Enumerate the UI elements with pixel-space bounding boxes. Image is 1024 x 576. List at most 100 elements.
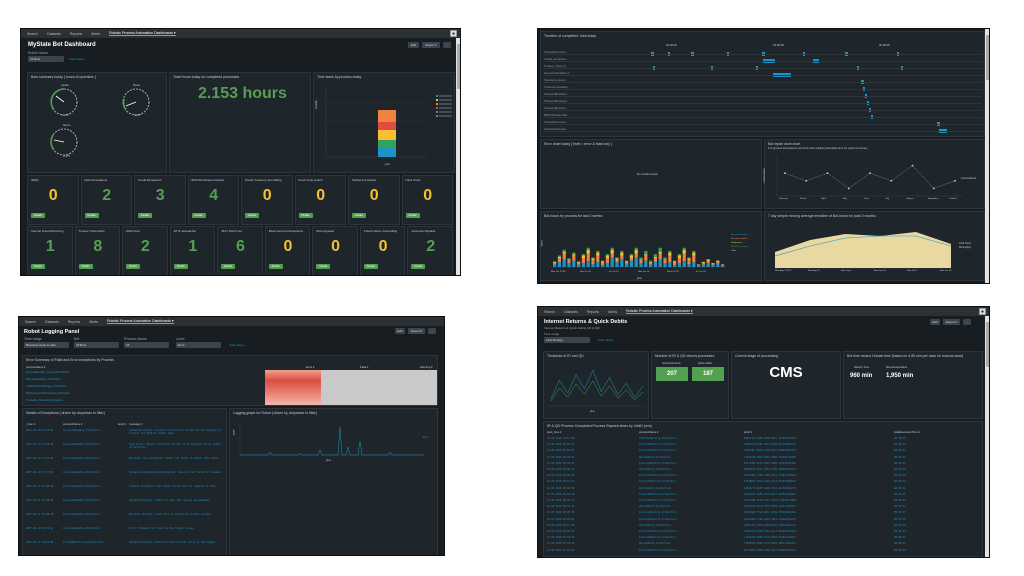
kpi-details-button[interactable]: Details bbox=[84, 213, 99, 218]
hide-filters-link-3[interactable]: Hide Filters bbox=[229, 343, 244, 347]
kpi-value: 0 bbox=[262, 187, 272, 204]
nav-reports-4[interactable]: Reports bbox=[587, 310, 599, 314]
level-select[interactable]: Error bbox=[176, 342, 221, 348]
elapsed-col-start[interactable]: start_time ▾ bbox=[547, 430, 561, 434]
nav-alerts-4[interactable]: Alerts bbox=[608, 310, 617, 314]
summary-col-warning[interactable]: Warning ▾ bbox=[420, 365, 433, 369]
edit-button-4[interactable]: Edit bbox=[930, 319, 940, 325]
more-button-3[interactable]: ... bbox=[428, 328, 436, 334]
details-row-message: Workflow aborted: input file is locked b… bbox=[129, 513, 212, 516]
elapsed-col-job[interactable]: jobId ▾ bbox=[744, 430, 752, 434]
nav-search-4[interactable]: Search bbox=[544, 310, 555, 314]
scrollbar-4[interactable] bbox=[985, 316, 989, 557]
bot-hours-bar bbox=[562, 253, 566, 260]
elapsed-col-process[interactable]: processName ▾ bbox=[639, 430, 658, 434]
summary-col-error[interactable]: Error ▾ bbox=[306, 365, 314, 369]
stage-value: CMS bbox=[769, 364, 803, 381]
nav-datasets-3[interactable]: Datasets bbox=[45, 320, 59, 324]
more-button[interactable]: ... bbox=[443, 42, 451, 48]
hide-filters-link-4[interactable]: Hide Filters bbox=[598, 338, 613, 342]
details-col-process[interactable]: processName ▾ bbox=[63, 422, 82, 426]
elapsed-row-process: QuickDebits_Production bbox=[639, 542, 671, 546]
hide-filters-link[interactable]: Hide Filters bbox=[69, 57, 84, 61]
kpi-details-button[interactable]: Details bbox=[138, 213, 152, 218]
bot-hours-bar bbox=[620, 252, 624, 256]
bot-hours-bar bbox=[581, 263, 585, 267]
summary-row-process[interactable]: CreditAccountManager_Production bbox=[26, 385, 66, 388]
kpi-value: 8 bbox=[93, 238, 103, 255]
nav-rpa-dashboards[interactable]: Robotic Process Automation Dashboards ▾ bbox=[109, 31, 176, 36]
time-range-select-4[interactable]: Last 30 days bbox=[544, 337, 590, 343]
summary-row-process[interactable]: DebitAccountTransactions_Production bbox=[26, 392, 70, 395]
kpi-details-button[interactable]: Details bbox=[316, 264, 331, 269]
bot-hours-bar bbox=[677, 263, 681, 267]
bot-hours-bar bbox=[572, 254, 576, 256]
edit-button-3[interactable]: Edit bbox=[395, 328, 405, 334]
kpi-details-button[interactable]: Details bbox=[31, 264, 45, 269]
export-button-3[interactable]: Export ▾ bbox=[408, 328, 425, 334]
kpi-details-button[interactable]: Details bbox=[411, 264, 426, 269]
kpi-details-button[interactable]: Details bbox=[31, 213, 45, 218]
kpi-details-button[interactable]: Details bbox=[126, 264, 141, 269]
details-col-time[interactable]: _time ▾ bbox=[26, 422, 35, 426]
bot-hours-bar bbox=[692, 252, 696, 256]
details-col-message[interactable]: message ▾ bbox=[129, 422, 143, 426]
page-title-4: Internet Returns & Quick Debits bbox=[544, 319, 628, 325]
kpi-details-button[interactable]: Details bbox=[298, 213, 313, 218]
export-button-4[interactable]: Export ▾ bbox=[943, 319, 960, 325]
nav-datasets[interactable]: Datasets bbox=[47, 32, 61, 36]
robot-name-select[interactable]: All Bots bbox=[28, 56, 64, 62]
bot-hours-bar bbox=[687, 264, 691, 267]
elapsed-col-total[interactable]: totalExecutionTime ▾ bbox=[894, 430, 920, 434]
kpi-details-button[interactable]: Details bbox=[352, 213, 366, 218]
error-summary-panel: Error Summary of Fatal and Error excepti… bbox=[22, 355, 438, 406]
bot-hours-bar bbox=[634, 253, 638, 258]
repair-month-tick: June bbox=[864, 198, 869, 200]
bot-hours-bar bbox=[701, 264, 705, 267]
kpi-details-button[interactable]: Details bbox=[245, 213, 259, 218]
details-col-level[interactable]: level ▾ bbox=[118, 422, 126, 426]
bot-hours-bar bbox=[644, 255, 648, 261]
nav-reports-3[interactable]: Reports bbox=[68, 320, 80, 324]
bot-select[interactable]: All Bots bbox=[74, 342, 119, 348]
kpi-name: Oracle Treasury Journalling bbox=[245, 178, 282, 182]
bot-hours-x-tick: Wed Oct 18 bbox=[667, 271, 679, 273]
timechart-line-chart bbox=[549, 369, 645, 407]
kpi-details-button[interactable]: Details bbox=[221, 264, 236, 269]
summary-col-fatal[interactable]: Fatal ▾ bbox=[360, 365, 368, 369]
nav-search[interactable]: Search bbox=[27, 32, 38, 36]
kpi-details-button[interactable]: Details bbox=[363, 264, 378, 269]
time-stack-chart bbox=[325, 85, 428, 158]
nav-rpa-dashboards-3[interactable]: Robotic Process Automation Dashboards ▾ bbox=[107, 319, 174, 324]
bot-hours-bar bbox=[677, 258, 681, 264]
export-button[interactable]: Export ▾ bbox=[422, 42, 440, 48]
more-button-4[interactable]: ... bbox=[963, 319, 971, 325]
repair-chart-panel: Bot repair work chart # of process termi… bbox=[763, 139, 985, 209]
nav-alerts-3[interactable]: Alerts bbox=[89, 320, 98, 324]
nav-datasets-4[interactable]: Datasets bbox=[564, 310, 578, 314]
kpi-details-button[interactable]: Details bbox=[268, 264, 283, 269]
elapsed-row-job: 50b0c1d2-3456-4e78-9abc-def012345678 bbox=[744, 437, 796, 440]
time-range-select[interactable]: Business week to date bbox=[24, 342, 69, 348]
log-x-label: _time bbox=[325, 459, 331, 462]
scrollbar[interactable] bbox=[456, 38, 460, 275]
summary-row-process[interactable]: BlueJeansFolders_Production bbox=[26, 378, 61, 381]
nav-search-3[interactable]: Search bbox=[25, 320, 36, 324]
summary-col-process[interactable]: processName ▾ bbox=[26, 365, 45, 369]
process-select[interactable]: All bbox=[124, 342, 169, 348]
kpi-details-button[interactable]: Details bbox=[173, 264, 188, 269]
summary-row-process[interactable]: Traceable_Deposits_Production bbox=[26, 399, 63, 402]
bot-hours-bar bbox=[625, 261, 629, 263]
timechart-panel: Timechart of IR and QD _time bbox=[543, 351, 649, 419]
edit-button[interactable]: Edit bbox=[408, 42, 419, 48]
kpi-details-button[interactable]: Details bbox=[78, 264, 93, 269]
summary-row-process[interactable]: ExternalInterface_PaymentProduction bbox=[26, 371, 70, 374]
log-legend: Error bbox=[423, 436, 429, 439]
bot-hours-bar bbox=[625, 262, 629, 264]
nav-rpa-dashboards-4[interactable]: Robotic Process Automation Dashboards ▾ bbox=[626, 309, 693, 314]
kpi-details-button[interactable]: Details bbox=[191, 213, 206, 218]
nav-reports[interactable]: Reports bbox=[70, 32, 82, 36]
kpi-tile: Credit Exceptions 3 Details bbox=[134, 175, 186, 225]
kpi-details-button[interactable]: Details bbox=[405, 213, 420, 218]
nav-alerts[interactable]: Alerts bbox=[91, 32, 100, 36]
